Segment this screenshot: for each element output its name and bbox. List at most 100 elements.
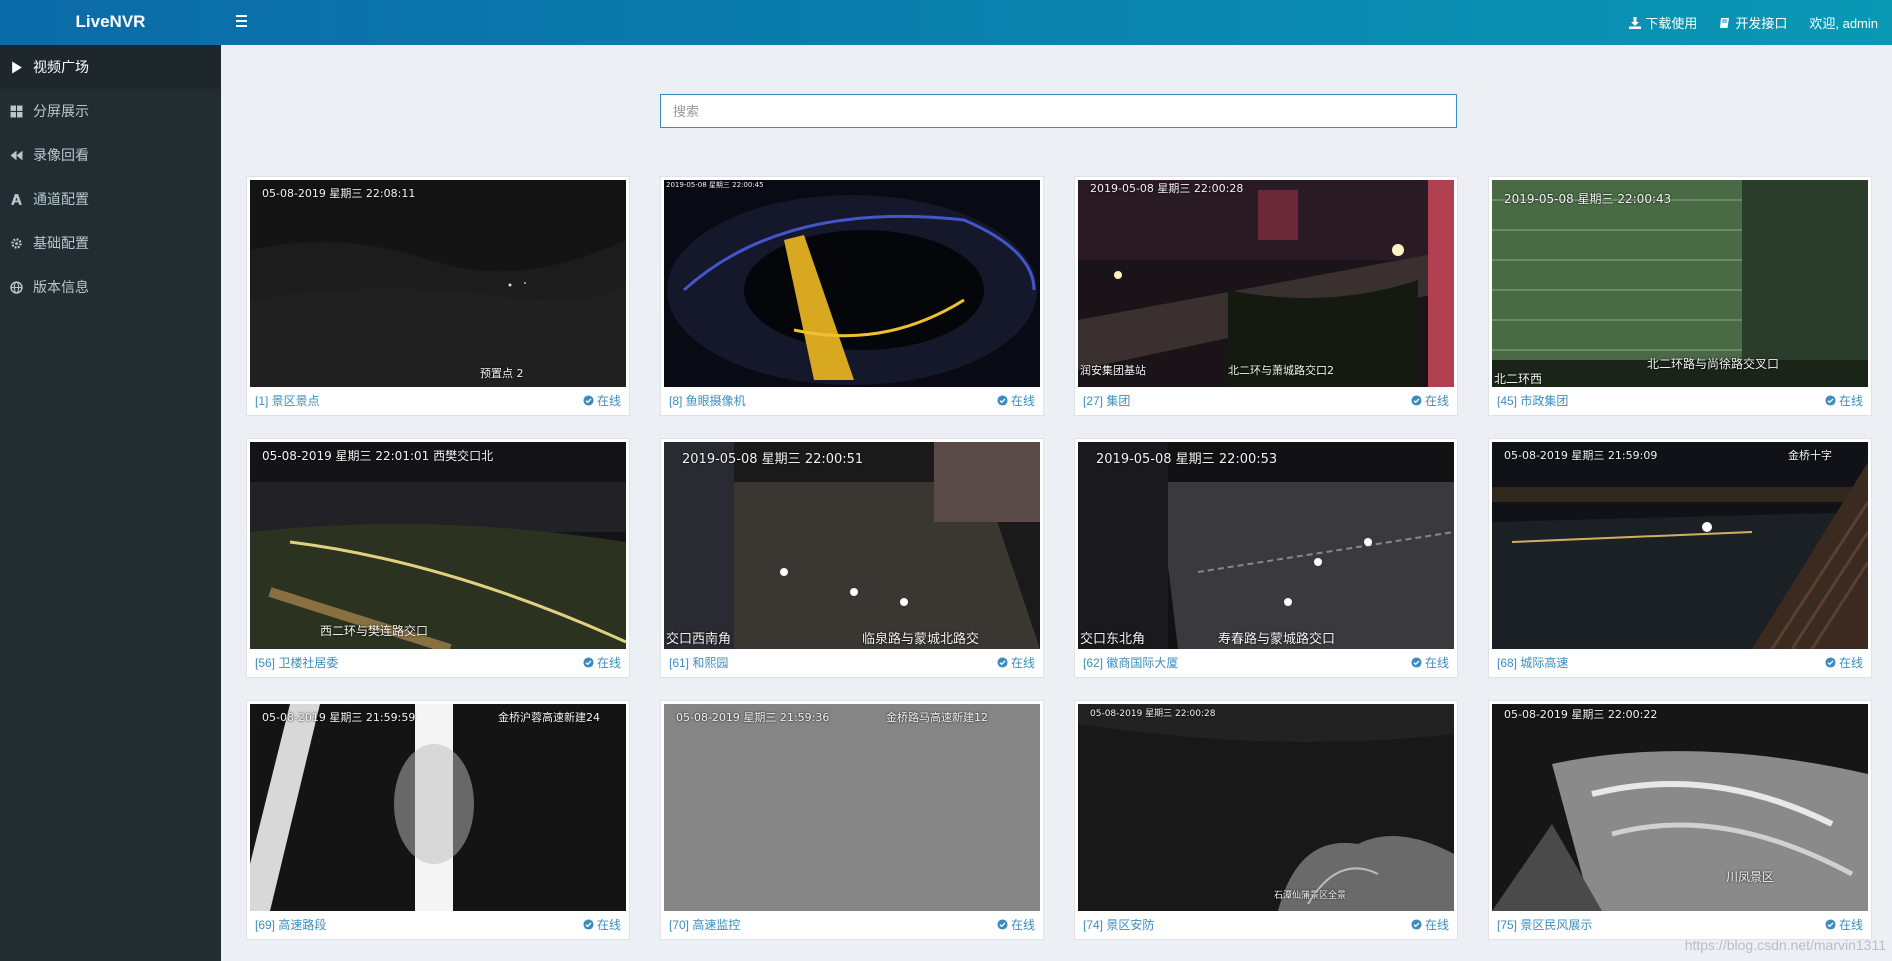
search-input[interactable] [660,94,1457,128]
channel-card[interactable]: 2019-05-08 星期三 22:00:53 交口东北角 寿春路与蒙城路交口 … [1074,438,1458,678]
globe-icon [9,280,23,294]
video-thumbnail[interactable]: 2019-05-08 星期三 22:00:43 北二环西 北二环路与尚徐路交叉口 [1492,180,1868,387]
osd-label: 金桥十字 [1788,449,1832,462]
sidebar-item-playback[interactable]: 录像回看 [0,133,221,177]
channel-card[interactable]: 05-08-2019 星期三 21:59:59 金桥沪蓉高速新建24 [69] … [246,700,630,940]
video-thumbnail[interactable]: 2019-05-08 星期三 22:00:51 交口西南角 临泉路与蒙城北路交 [664,442,1040,649]
sidebar-item-split-screen[interactable]: 分屏展示 [0,89,221,133]
channel-name[interactable]: [70] 高速监控 [669,916,740,933]
card-caption: [75] 景区民风展示 在线 [1497,915,1863,933]
backward-icon [9,148,23,162]
video-thumbnail[interactable]: 2019-05-08 星期三 22:00:53 交口东北角 寿春路与蒙城路交口 [1078,442,1454,649]
channel-icon [9,192,23,206]
status-badge: 在线 [1411,654,1449,671]
card-caption: [56] 卫楼社居委 在线 [255,653,621,671]
osd-timestamp: 05-08-2019 星期三 22:00:28 [1090,709,1216,719]
sidebar-item-channel-config[interactable]: 通道配置 [0,177,221,221]
grid-icon [9,104,23,118]
api-link[interactable]: 开发接口 [1719,13,1787,32]
status-text: 在线 [596,917,621,932]
app-logo[interactable]: LiveNVR [0,0,221,45]
status-badge: 在线 [1411,392,1449,409]
download-icon [1629,16,1642,29]
video-thumbnail[interactable]: 05-08-2019 星期三 22:00:22 川凤景区 [1492,704,1868,911]
osd-label: 交口东北角 [1080,632,1146,647]
user-menu[interactable]: 欢迎, admin [1809,13,1878,32]
channel-card[interactable]: 2019-05-08 星期三 22:00:28 润安集团基站 北二环与萧城路交口… [1074,176,1458,416]
video-thumbnail[interactable]: 05-08-2019 星期三 22:01:01 西樊交口北 西二环与樊连路交口 [250,442,626,649]
channel-name[interactable]: [1] 景区景点 [255,392,320,409]
menu-toggle-icon[interactable] [233,11,251,31]
osd-label: 石潭仙蒲景区全景 [1274,891,1347,901]
check-circle-icon [997,656,1008,668]
osd-label: 润安集团基站 [1080,364,1146,377]
sidebar: 视频广场 分屏展示 录像回看 通道配置 基础配置 版本信息 [0,45,221,961]
channel-card[interactable]: 05-08-2019 星期三 22:08:11 预置点 2 [1] 景区景点 在… [246,176,630,416]
osd-timestamp: 2019-05-08 星期三 22:00:43 [1504,192,1672,206]
video-frame [1492,704,1868,911]
channel-name[interactable]: [61] 和熙园 [669,654,728,671]
video-thumbnail[interactable]: 05-08-2019 星期三 21:59:09 金桥十字 [1492,442,1868,649]
channel-card[interactable]: 05-08-2019 星期三 22:00:28 石潭仙蒲景区全景 [74] 景区… [1074,700,1458,940]
status-badge: 在线 [1825,392,1863,409]
download-label: 下载使用 [1645,16,1698,31]
status-badge: 在线 [1825,654,1863,671]
video-thumbnail[interactable]: 05-08-2019 星期三 21:59:36 金桥路马高速新建12 [664,704,1040,911]
status-badge: 在线 [997,392,1035,409]
video-thumbnail[interactable]: 05-08-2019 星期三 21:59:59 金桥沪蓉高速新建24 [250,704,626,911]
sidebar-item-label: 分屏展示 [33,103,89,119]
gear-icon [9,236,23,250]
channel-name[interactable]: [45] 市政集团 [1497,392,1568,409]
welcome-label: 欢迎, admin [1809,16,1878,31]
channel-name[interactable]: [27] 集团 [1083,392,1130,409]
channel-name[interactable]: [74] 景区安防 [1083,916,1154,933]
channel-card[interactable]: 05-08-2019 星期三 22:01:01 西樊交口北 西二环与樊连路交口 … [246,438,630,678]
channel-card[interactable]: 05-08-2019 星期三 21:59:09 金桥十字 [68] 城际高速 在… [1488,438,1872,678]
watermark: https://blog.csdn.net/marvin1311 [1684,937,1886,953]
status-text: 在线 [596,655,621,670]
video-frame [664,704,1040,911]
card-caption: [45] 市政集团 在线 [1497,391,1863,409]
video-thumbnail[interactable]: 2019-05-08 星期三 22:00:28 润安集团基站 北二环与萧城路交口… [1078,180,1454,387]
channel-name[interactable]: [62] 徽商国际大厦 [1083,654,1178,671]
osd-timestamp: 05-08-2019 星期三 22:08:11 [262,187,416,200]
check-circle-icon [997,918,1008,930]
channel-card[interactable]: 2019-05-08 星期三 22:00:51 交口西南角 临泉路与蒙城北路交 … [660,438,1044,678]
sidebar-item-version-info[interactable]: 版本信息 [0,265,221,309]
osd-timestamp: 2019-05-08 星期三 22:00:28 [1090,182,1244,195]
status-text: 在线 [1010,655,1035,670]
osd-label: 金桥沪蓉高速新建24 [498,711,600,724]
channel-card[interactable]: 05-08-2019 星期三 21:59:36 金桥路马高速新建12 [70] … [660,700,1044,940]
video-frame [664,442,1040,649]
channel-card[interactable]: 2019-05-08 星期三 22:00:43 北二环西 北二环路与尚徐路交叉口… [1488,176,1872,416]
channel-name[interactable]: [68] 城际高速 [1497,654,1568,671]
osd-label: 西二环与樊连路交口 [320,624,429,638]
sidebar-item-video-square[interactable]: 视频广场 [0,45,221,89]
osd-timestamp: 2019-05-08 星期三 22:00:53 [1096,452,1278,467]
channel-name[interactable]: [8] 鱼眼摄像机 [669,392,746,409]
channel-card[interactable]: 2019-05-08 星期三 22:00:45 [8] 鱼眼摄像机 在线 [660,176,1044,416]
osd-timestamp: 05-08-2019 星期三 21:59:59 [262,711,416,724]
api-label: 开发接口 [1735,16,1788,31]
status-text: 在线 [1010,917,1035,932]
status-text: 在线 [1838,655,1863,670]
video-frame [664,180,1040,387]
sidebar-item-basic-config[interactable]: 基础配置 [0,221,221,265]
osd-label: 交口西南角 [666,632,732,647]
sidebar-item-label: 版本信息 [33,279,89,295]
channel-name[interactable]: [75] 景区民风展示 [1497,916,1592,933]
channel-name[interactable]: [56] 卫楼社居委 [255,654,338,671]
video-frame [1078,180,1454,387]
video-thumbnail[interactable]: 05-08-2019 星期三 22:00:28 石潭仙蒲景区全景 [1078,704,1454,911]
top-navbar: LiveNVR 下载使用 开发接口 欢迎, admin [0,0,1892,45]
card-caption: [61] 和熙园 在线 [669,653,1035,671]
status-text: 在线 [596,393,621,408]
status-badge: 在线 [583,654,621,671]
channel-name[interactable]: [69] 高速路段 [255,916,326,933]
download-link[interactable]: 下载使用 [1629,13,1697,32]
sidebar-item-label: 基础配置 [33,235,89,251]
video-thumbnail[interactable]: 05-08-2019 星期三 22:08:11 预置点 2 [250,180,626,387]
video-thumbnail[interactable]: 2019-05-08 星期三 22:00:45 [664,180,1040,387]
video-frame [250,704,626,911]
channel-card[interactable]: 05-08-2019 星期三 22:00:22 川凤景区 [75] 景区民风展示… [1488,700,1872,940]
